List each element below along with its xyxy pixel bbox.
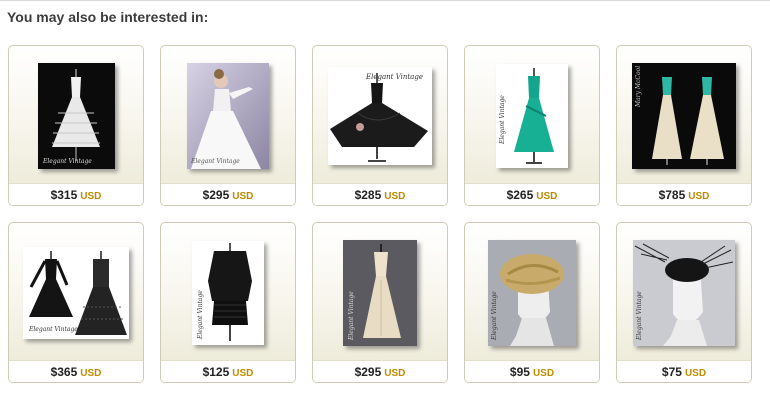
price-label: $265 USD — [465, 183, 599, 205]
product-card[interactable]: Elegant Vintage $265 USD — [464, 45, 600, 206]
price-label: $295 USD — [313, 360, 447, 382]
gold-turban-hat-thumbnail[interactable]: Elegant Vintage — [488, 239, 576, 346]
product-card[interactable]: Elegant Vintage $75 USD — [616, 222, 752, 383]
black-feather-hat-thumbnail[interactable]: Elegant Vintage — [633, 239, 735, 346]
price-label: $95 USD — [465, 360, 599, 382]
price-amount: $785 — [658, 188, 686, 202]
product-card[interactable]: Mary McCool $785 USD — [616, 45, 752, 206]
product-card[interactable]: Elegant Vintage $285 USD — [312, 45, 448, 206]
product-card[interactable]: Elegant Vintage $295 USD — [312, 222, 448, 383]
price-label: $75 USD — [617, 360, 751, 382]
price-label: $295 USD — [161, 183, 295, 205]
price-amount: $95 — [509, 365, 530, 379]
price-currency: USD — [532, 368, 555, 379]
price-amount: $365 — [50, 365, 78, 379]
ivory-gowns-teal-sash-thumbnail[interactable]: Mary McCool — [632, 62, 736, 169]
price-currency: USD — [684, 368, 707, 379]
price-currency: USD — [688, 191, 710, 202]
price-currency: USD — [384, 191, 406, 202]
black-drop-waist-dress-thumbnail[interactable]: Elegant Vintage — [192, 240, 264, 345]
white-ballgown-model-thumbnail[interactable]: Elegant Vintage — [187, 62, 269, 169]
price-amount: $295 — [354, 365, 382, 379]
price-amount: $75 — [661, 365, 682, 379]
svg-text:Mary McCool: Mary McCool — [635, 65, 642, 107]
product-card[interactable]: Elegant Vintage $315 USD — [8, 45, 144, 206]
price-currency: USD — [80, 368, 102, 379]
svg-text:Elegant Vintage: Elegant Vintage — [499, 94, 506, 144]
product-grid: Elegant Vintage $315 USD Elegant Vintage… — [8, 45, 760, 390]
ivory-evening-gown-thumbnail[interactable]: Elegant Vintage — [343, 239, 417, 346]
product-card[interactable]: Elegant Vintage $125 USD — [160, 222, 296, 383]
price-label: $125 USD — [161, 360, 295, 382]
svg-text:Elegant Vintage: Elegant Vintage — [42, 158, 92, 165]
svg-text:Elegant Vintage: Elegant Vintage — [190, 158, 240, 165]
product-card[interactable]: Elegant Vintage $95 USD — [464, 222, 600, 383]
top-divider — [0, 0, 770, 1]
price-currency: USD — [80, 191, 102, 202]
price-amount: $265 — [506, 188, 534, 202]
white-tiered-cocktail-dress-thumbnail[interactable]: Elegant Vintage — [37, 62, 115, 169]
svg-text:Elegant Vintage: Elegant Vintage — [491, 290, 498, 340]
price-currency: USD — [536, 191, 558, 202]
section-heading: You may also be interested in: — [7, 9, 209, 25]
price-amount: $125 — [202, 365, 230, 379]
product-card[interactable]: Elegant Vintage $365 USD — [8, 222, 144, 383]
svg-text:Elegant Vintage: Elegant Vintage — [348, 290, 355, 340]
price-amount: $285 — [354, 188, 382, 202]
svg-text:Elegant Vintage: Elegant Vintage — [28, 326, 78, 333]
price-currency: USD — [232, 368, 254, 379]
price-label: $315 USD — [9, 183, 143, 205]
price-amount: $315 — [50, 188, 78, 202]
svg-text:Elegant Vintage: Elegant Vintage — [636, 290, 643, 340]
price-label: $285 USD — [313, 183, 447, 205]
price-label: $365 USD — [9, 360, 143, 382]
black-lace-dress-pair-thumbnail[interactable]: Elegant Vintage — [23, 246, 129, 339]
price-currency: USD — [384, 368, 406, 379]
black-swing-dress-thumbnail[interactable]: Elegant Vintage — [328, 66, 432, 165]
svg-text:Elegant Vintage: Elegant Vintage — [365, 73, 423, 81]
price-currency: USD — [232, 191, 254, 202]
teal-gown-thumbnail[interactable]: Elegant Vintage — [496, 63, 568, 168]
price-amount: $295 — [202, 188, 230, 202]
price-label: $785 USD — [617, 183, 751, 205]
svg-text:Elegant Vintage: Elegant Vintage — [197, 289, 204, 339]
product-card[interactable]: Elegant Vintage $295 USD — [160, 45, 296, 206]
